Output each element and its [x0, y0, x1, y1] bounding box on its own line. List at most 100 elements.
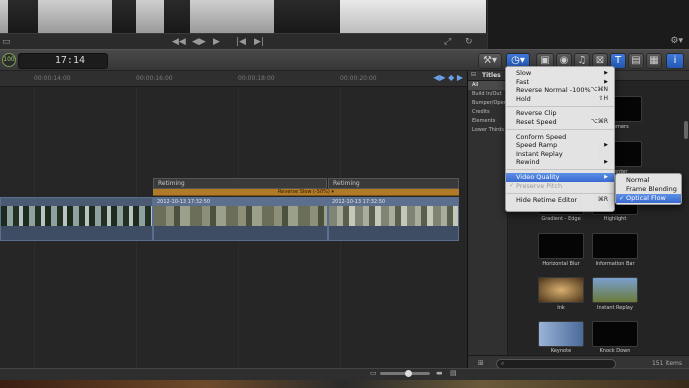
timeline-clip[interactable]: 2012-10-13 17:32:50	[153, 197, 328, 241]
timeline-ruler[interactable]: 00:00:14:00 00:00:16:00 00:00:18:00 00:0…	[0, 71, 467, 87]
go-to-end-icon[interactable]: ▶|	[254, 36, 264, 48]
inspector-icon[interactable]: i	[666, 53, 684, 69]
zoom-in-icon[interactable]: ▬	[436, 369, 443, 377]
title-thumbnail[interactable]	[538, 277, 584, 303]
loop-icon[interactable]: ↻	[465, 36, 473, 48]
themes-icon[interactable]: ▦	[646, 53, 662, 69]
clip-appearance-icon[interactable]: ▤	[450, 369, 457, 377]
title-thumbnail[interactable]	[592, 321, 638, 347]
retime-speed-label: Reverse Slow (-50%) ▾	[278, 189, 334, 195]
menu-item-preserve-pitch: ✓ Preserve Pitch	[506, 182, 614, 191]
menu-item-reverse-normal-100[interactable]: Reverse Normal -100% ⌥⌘N	[506, 86, 614, 95]
menu-shortcut: ⌘R	[597, 196, 608, 204]
menu-item-label: Instant Replay	[516, 149, 563, 158]
category-item[interactable]: Bumper/Opening	[468, 99, 507, 108]
generators-icon[interactable]: ▤	[628, 53, 644, 69]
category-item[interactable]: Credits	[468, 108, 507, 117]
timeline-bottom-bar: ▭ ▬ ▤	[0, 368, 689, 380]
title-thumbnail[interactable]	[538, 321, 584, 347]
menu-item-label: Rewind	[516, 158, 540, 167]
browser-options-icon[interactable]: ⊞	[478, 359, 484, 367]
fullscreen-icon[interactable]: ⤢	[444, 36, 451, 48]
clip-filmstrip	[1, 206, 152, 226]
clip-title: 2012-10-13 17:32:50	[329, 198, 458, 206]
title-thumbnail[interactable]	[592, 233, 638, 259]
submenu-item-optical-flow[interactable]: ✓ Optical Flow	[616, 194, 681, 203]
ruler-tick: 00:00:20:00	[340, 75, 377, 82]
final-cut-pro-window: ▭ ◀◀ ◀▶ ▶ |◀ ▶| ⤢ ↻ ⚙▾ 100 17:14 ⚒▾ ◷▾ ▣…	[0, 0, 689, 388]
menu-separator	[506, 169, 614, 171]
menu-item-reverse-clip[interactable]: Reverse Clip	[506, 109, 614, 118]
menu-item-fast[interactable]: Fast ▶	[506, 78, 614, 87]
video-quality-submenu: Normal Frame Blending ✓ Optical Flow	[615, 173, 682, 205]
timeline[interactable]: 00:00:14:00 00:00:16:00 00:00:18:00 00:0…	[0, 71, 467, 371]
title-label: Information Bar	[595, 261, 635, 267]
clip-audio	[154, 226, 327, 240]
retime-menu: Slow ▶ Fast ▶ Reverse Normal -100% ⌥⌘N Hold ⇧H R…	[505, 66, 615, 212]
menu-item-speed-ramp[interactable]: Speed Ramp ▶	[506, 141, 614, 150]
menu-item-conform-speed[interactable]: Conform Speed	[506, 133, 614, 142]
previous-frame-icon[interactable]: ◀◀	[172, 36, 186, 48]
submenu-item-frame-blending[interactable]: Frame Blending	[616, 185, 681, 194]
gear-icon[interactable]: ⚙▾	[670, 36, 683, 46]
viewer-image-region	[190, 0, 274, 33]
retiming-label: Retiming	[333, 180, 360, 187]
browser-scrollbar[interactable]	[684, 121, 688, 139]
retime-speed-segment[interactable]: Reverse Slow (-50%) ▾	[153, 189, 459, 196]
category-item[interactable]: Lower Thirds	[468, 126, 507, 135]
menu-item-label: Slow	[516, 69, 532, 77]
snapping-icon[interactable]: ◀▶ ◆ ▶	[433, 73, 463, 82]
menu-shortcut: ⌥⌘R	[590, 117, 608, 125]
timeline-clip[interactable]	[0, 197, 153, 241]
menu-item-video-quality[interactable]: Video Quality ▶	[506, 172, 614, 182]
submenu-item-label: Frame Blending	[626, 185, 677, 193]
viewer-frame	[0, 0, 487, 33]
go-to-start-icon[interactable]: |◀	[236, 36, 246, 48]
submenu-arrow-icon: ▶	[604, 159, 608, 166]
clip-title: 2012-10-13 17:32:50	[154, 198, 327, 206]
menu-item-rewind[interactable]: Rewind ▶	[506, 158, 614, 167]
viewer-controls: ▭ ◀◀ ◀▶ ▶ |◀ ▶| ⤢ ↻	[0, 33, 487, 49]
title-label: Gradient - Edge	[541, 216, 581, 222]
menu-item-label: Video Quality	[516, 172, 560, 181]
step-back-icon[interactable]: ◀▶	[192, 36, 206, 48]
menu-item-label: Reverse Clip	[516, 109, 557, 118]
dashboard-icon[interactable]: 100	[2, 53, 16, 67]
viewer-image-region	[340, 0, 486, 33]
menu-item-label: Hold	[516, 94, 531, 103]
timeline-clip[interactable]: 2012-10-13 17:32:50	[328, 197, 459, 241]
category-item[interactable]: Build In/Out	[468, 90, 507, 99]
browser-title: Titles	[482, 72, 501, 79]
viewer-menu-icon[interactable]: ▭	[2, 36, 11, 48]
zoom-out-icon[interactable]: ▭	[370, 369, 377, 377]
clip-audio	[329, 226, 458, 240]
zoom-slider-knob[interactable]	[405, 370, 412, 377]
viewer-image-region	[136, 0, 164, 33]
clip-filmstrip	[154, 206, 327, 226]
menu-item-hold[interactable]: Hold ⇧H	[506, 95, 614, 104]
retiming-bar[interactable]: Retiming	[328, 178, 459, 189]
retiming-bar[interactable]: Retiming	[153, 178, 327, 189]
category-item[interactable]: Elements	[468, 117, 507, 126]
menu-item-reset-speed[interactable]: Reset Speed ⌥⌘R	[506, 118, 614, 127]
menu-item-instant-replay[interactable]: Instant Replay	[506, 150, 614, 159]
ruler-tick: 00:00:14:00	[34, 75, 71, 82]
menu-item-label: Preserve Pitch	[516, 181, 563, 190]
title-label: Highlight	[603, 216, 627, 222]
menu-item-slow[interactable]: Slow ▶	[506, 69, 614, 78]
tools-button[interactable]: ⚒▾	[478, 53, 502, 69]
category-item[interactable]: All	[468, 81, 507, 90]
menu-item-label: Hide Retime Editor	[516, 196, 578, 205]
title-label: Knock Down	[599, 348, 631, 354]
title-thumbnail[interactable]	[538, 233, 584, 259]
dock	[0, 380, 689, 388]
title-thumbnail[interactable]	[592, 277, 638, 303]
timecode-display[interactable]: 17:14	[18, 53, 108, 69]
submenu-item-normal[interactable]: Normal	[616, 176, 681, 185]
inspector-panel: ⚙▾	[487, 0, 689, 49]
menu-item-hide-retime-editor[interactable]: Hide Retime Editor ⌘R	[506, 196, 614, 205]
items-count: 151 items	[651, 360, 682, 367]
submenu-arrow-icon: ▶	[604, 173, 608, 180]
sidebar-toggle-icon[interactable]: ⊟	[471, 71, 476, 78]
play-icon[interactable]: ▶	[213, 36, 220, 48]
